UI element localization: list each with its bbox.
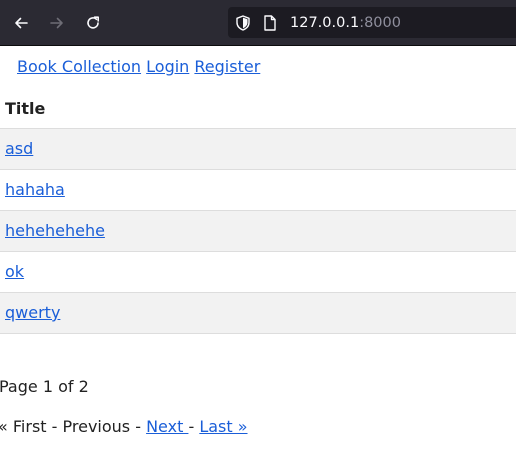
book-title-link[interactable]: hahaha <box>5 180 65 199</box>
pagination-separator: - <box>46 417 63 436</box>
table-row: hahaha <box>0 170 516 211</box>
books-table: Title asd hahaha hehehehehe ok qwerty <box>0 88 516 334</box>
nav-link-login[interactable]: Login <box>146 57 189 76</box>
table-row: ok <box>0 252 516 293</box>
nav-link-register[interactable]: Register <box>194 57 260 76</box>
nav-link-book-collection[interactable]: Book Collection <box>17 57 141 76</box>
book-title-link[interactable]: hehehehehe <box>5 221 105 240</box>
book-title-link[interactable]: ok <box>5 262 24 281</box>
pagination-links: « First - Previous - Next - Last » <box>0 416 248 438</box>
pagination-separator: - <box>188 417 195 436</box>
top-nav: Book Collection Login Register <box>17 57 260 77</box>
pagination-separator: - <box>130 417 147 436</box>
reload-icon <box>87 16 99 29</box>
reload-button[interactable] <box>81 11 105 35</box>
arrow-right-icon <box>50 17 63 29</box>
pagination-previous: Previous <box>62 417 131 436</box>
browser-toolbar: 127.0.0.1:8000 <box>0 0 516 46</box>
pagination-info: Page 1 of 2 <box>0 377 89 396</box>
table-row: asd <box>0 129 516 170</box>
url-text[interactable]: 127.0.0.1:8000 <box>290 13 401 33</box>
pagination-first: « First <box>0 417 47 436</box>
table-row: qwerty <box>0 293 516 334</box>
arrow-left-icon <box>15 17 28 29</box>
back-button[interactable] <box>9 11 33 35</box>
book-title-link[interactable]: asd <box>5 139 33 158</box>
pagination-next-link[interactable]: Next <box>146 417 188 436</box>
shield-icon[interactable] <box>234 14 252 32</box>
address-bar[interactable]: 127.0.0.1:8000 <box>228 7 516 38</box>
book-title-link[interactable]: qwerty <box>5 303 60 322</box>
page-content: Book Collection Login Register Title asd… <box>0 46 516 461</box>
pagination-last-link[interactable]: Last » <box>199 417 247 436</box>
url-host: 127.0.0.1 <box>290 15 360 31</box>
column-header-title: Title <box>0 88 516 129</box>
url-port: :8000 <box>359 15 401 31</box>
page-icon <box>264 15 276 31</box>
table-row: hehehehehe <box>0 211 516 252</box>
forward-button[interactable] <box>45 11 69 35</box>
